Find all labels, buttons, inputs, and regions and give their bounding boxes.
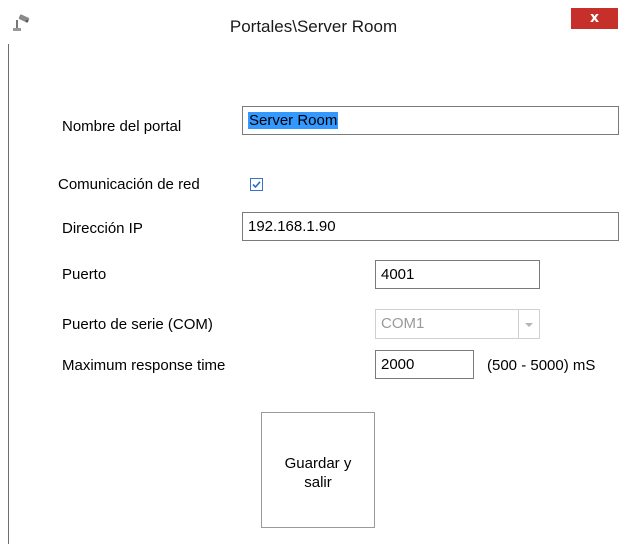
window-title: Portales\Server Room (229, 17, 398, 36)
form-area: Nombre del portal Server Room Comunicaci… (9, 44, 627, 544)
title-bar[interactable]: Portales\Server Room x (0, 0, 627, 44)
serial-port-select[interactable]: COM1 (375, 309, 540, 339)
port-label: Puerto (62, 266, 107, 283)
checkmark-icon (252, 181, 261, 189)
portal-name-label: Nombre del portal (62, 118, 182, 135)
save-button-label: Guardar y salir (284, 455, 352, 491)
network-comm-label: Comunicación de red (58, 176, 200, 193)
port-input[interactable]: 4001 (375, 260, 540, 289)
ip-address-label: Dirección IP (62, 220, 143, 237)
close-button[interactable]: x (571, 8, 618, 29)
serial-port-label: Puerto de serie (COM) (62, 316, 213, 333)
save-and-exit-button[interactable]: Guardar y salir (261, 412, 375, 528)
portal-name-input[interactable]: Server Room (242, 106, 619, 135)
network-comm-checkbox[interactable] (250, 178, 263, 191)
dropdown-arrow[interactable] (518, 310, 539, 338)
response-time-input[interactable]: 2000 (375, 350, 474, 379)
window-frame-left (0, 44, 9, 544)
response-time-label: Maximum response time (62, 357, 226, 374)
ip-address-input[interactable]: 192.168.1.90 (242, 212, 619, 241)
chevron-down-icon (525, 323, 533, 327)
response-time-range: (500 - 5000) mS (487, 357, 596, 374)
serial-port-value: COM1 (381, 315, 425, 332)
dialog-window: Portales\Server Room x Nombre del portal… (0, 0, 627, 544)
portal-name-value: Server Room (248, 112, 339, 129)
